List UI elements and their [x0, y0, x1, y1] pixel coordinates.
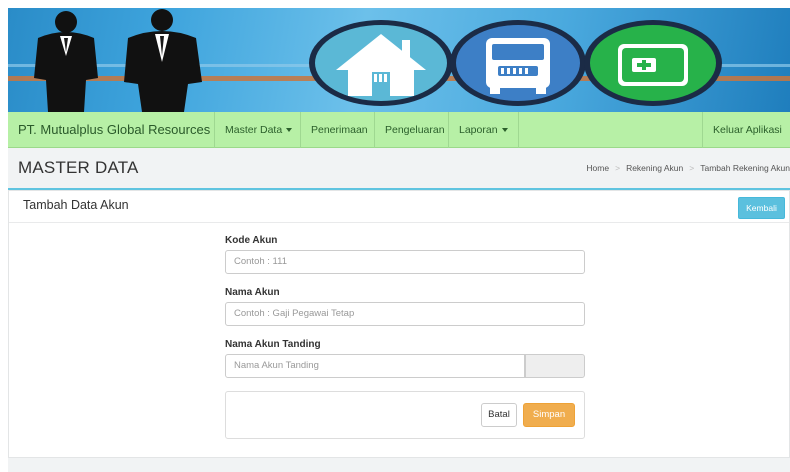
- home-icon: [309, 20, 453, 106]
- nama-akun-label: Nama Akun: [225, 287, 280, 298]
- content-area: Tambah Data Akun Kembali Kode Akun Conto…: [8, 190, 790, 472]
- nav-label: Keluar Aplikasi: [713, 124, 782, 136]
- save-button[interactable]: Simpan: [523, 403, 575, 427]
- page-title: MASTER DATA: [18, 158, 139, 177]
- breadcrumb: Home > Rekening Akun > Tambah Rekening Akun: [586, 163, 790, 173]
- chevron-down-icon: [501, 128, 508, 133]
- header-banner: [8, 8, 790, 112]
- navbar-brand[interactable]: PT. Mutualplus Global Resources: [18, 112, 210, 148]
- nama-akun-input[interactable]: Contoh : Gaji Pegawai Tetap: [225, 302, 585, 326]
- nav-label: Master Data: [225, 124, 283, 136]
- back-button[interactable]: Kembali: [738, 197, 785, 219]
- form-actions: Batal Simpan: [225, 391, 585, 439]
- panel-title: Tambah Data Akun: [23, 198, 129, 212]
- bus-icon: [450, 20, 586, 106]
- nav-pengeluaran[interactable]: Pengeluaran: [374, 112, 455, 148]
- breadcrumb-separator: >: [615, 163, 621, 173]
- panel-header: Tambah Data Akun Kembali: [9, 191, 789, 223]
- page-header: MASTER DATA Home > Rekening Akun > Tambah Re…: [8, 148, 790, 190]
- breadcrumb-item[interactable]: Rekening Akun: [626, 163, 683, 173]
- businessman-silhouette-icon: [34, 11, 98, 112]
- akun-tanding-lookup-addon[interactable]: [525, 354, 585, 378]
- navbar: PT. Mutualplus Global Resources Master D…: [8, 112, 790, 148]
- nav-logout[interactable]: Keluar Aplikasi: [702, 112, 790, 148]
- chevron-down-icon: [286, 128, 293, 133]
- nav-penerimaan[interactable]: Penerimaan: [300, 112, 378, 148]
- breadcrumb-item[interactable]: Home: [586, 163, 609, 173]
- businessman-silhouette-icon: [124, 9, 202, 112]
- nav-laporan[interactable]: Laporan: [448, 112, 519, 148]
- nav-label: Penerimaan: [311, 124, 368, 136]
- breadcrumb-item: Tambah Rekening Akun: [700, 163, 790, 173]
- kode-akun-label: Kode Akun: [225, 235, 278, 246]
- kode-akun-input[interactable]: Contoh : 111: [225, 250, 585, 274]
- nav-label: Pengeluaran: [385, 124, 445, 136]
- cancel-button[interactable]: Batal: [481, 403, 517, 427]
- nama-akun-tanding-input[interactable]: Nama Akun Tanding: [225, 354, 525, 378]
- nav-master-data[interactable]: Master Data: [214, 112, 302, 148]
- form-panel: Tambah Data Akun Kembali Kode Akun Conto…: [8, 190, 790, 458]
- nama-akun-tanding-label: Nama Akun Tanding: [225, 339, 321, 350]
- nav-label: Laporan: [459, 124, 498, 136]
- wallet-icon: [584, 20, 722, 106]
- breadcrumb-separator: >: [689, 163, 695, 173]
